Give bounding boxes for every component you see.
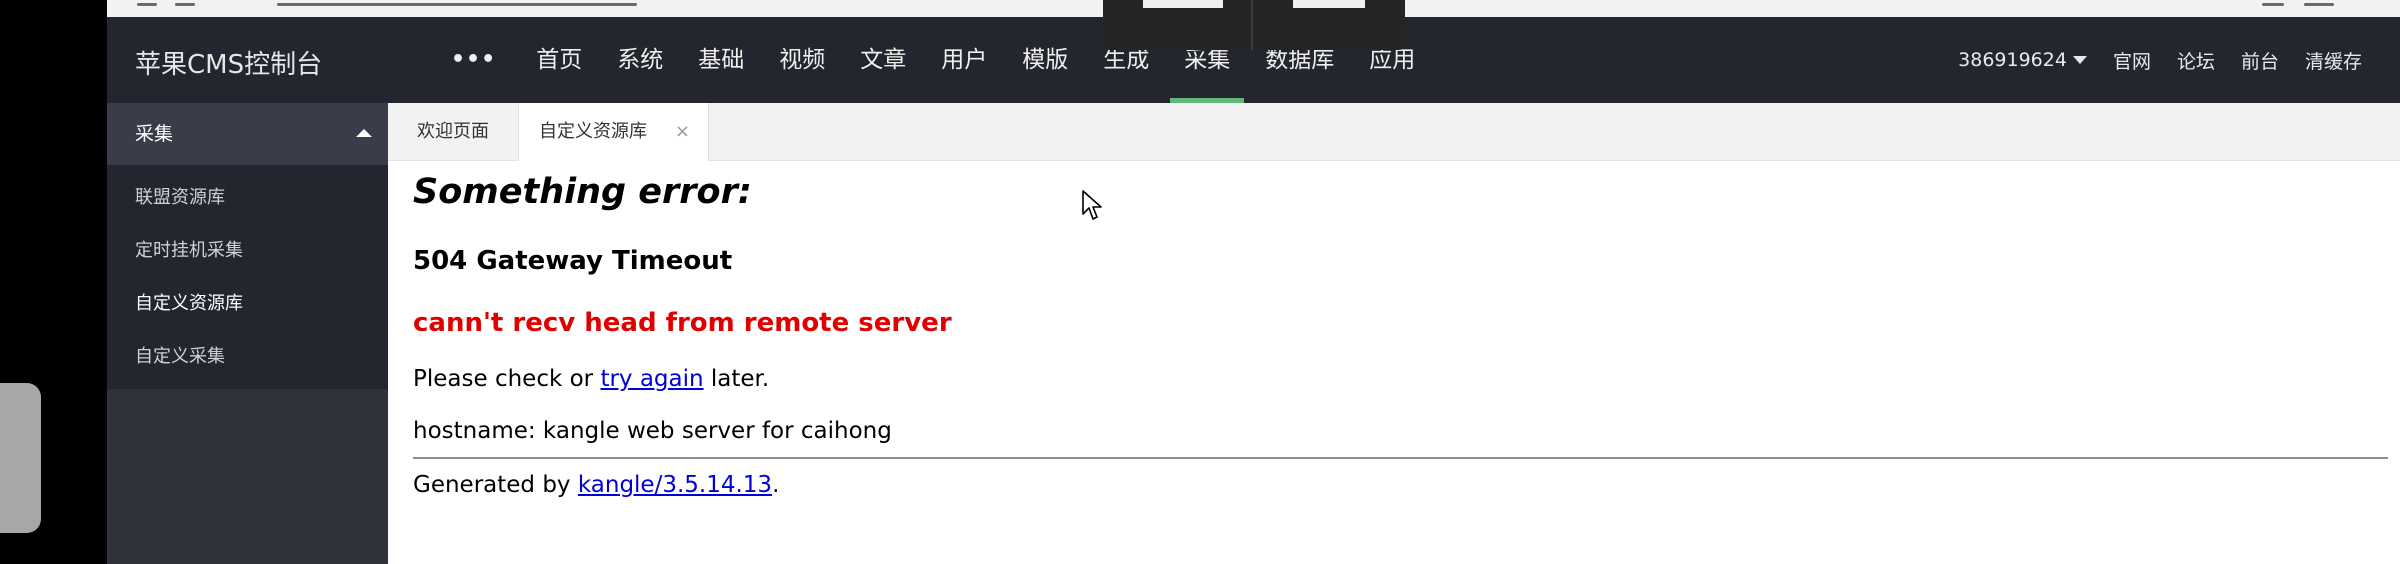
clear-cache-button[interactable]: 清缓存 — [2305, 47, 2362, 74]
nav-item-video[interactable]: 视频 — [765, 17, 839, 103]
tab-custom-resources[interactable]: 自定义资源库 × — [519, 103, 709, 161]
sidebar-group-label: 采集 — [135, 123, 174, 145]
divider — [413, 457, 2388, 459]
floating-toolbar-overlay — [1103, 0, 1405, 50]
generated-by: Generated by kangle/3.5.14.13. — [413, 472, 779, 498]
try-again-link[interactable]: try again — [600, 366, 703, 392]
nav-more-button[interactable]: ••• — [437, 17, 510, 103]
hint-suffix: later. — [703, 366, 770, 392]
hostname-text: hostname: kangle web server for caihong — [413, 418, 892, 444]
sidebar-item-union-resources[interactable]: 联盟资源库 — [107, 171, 388, 224]
nav-item-home[interactable]: 首页 — [522, 17, 596, 103]
sidebar-item-scheduled-collect[interactable]: 定时挂机采集 — [107, 224, 388, 277]
header-right-links: 386919624 官网 论坛 前台 清缓存 — [1958, 17, 2362, 103]
brand-title: 苹果CMS控制台 — [135, 50, 323, 80]
error-reason: cann't recv head from remote server — [413, 308, 952, 338]
tab-bar: 欢迎页面 自定义资源库 × — [388, 103, 2400, 161]
chevron-up-icon — [356, 129, 372, 137]
chevron-down-icon — [2072, 56, 2087, 64]
error-title: Something error: — [413, 172, 752, 212]
sidebar-item-custom-resources[interactable]: 自定义资源库 — [107, 277, 388, 330]
link-frontend[interactable]: 前台 — [2241, 47, 2279, 74]
link-forum[interactable]: 论坛 — [2177, 47, 2215, 74]
nav-item-article[interactable]: 文章 — [846, 17, 920, 103]
screen-edge-handle — [0, 383, 41, 533]
generated-prefix: Generated by — [413, 472, 578, 498]
mouse-cursor-icon — [1082, 190, 1102, 220]
nav-item-template[interactable]: 模版 — [1008, 17, 1082, 103]
nav-item-system[interactable]: 系统 — [603, 17, 677, 103]
user-menu[interactable]: 386919624 — [1958, 49, 2087, 71]
user-name: 386919624 — [1958, 49, 2067, 71]
hint-prefix: Please check or — [413, 366, 601, 392]
sidebar-item-custom-collect[interactable]: 自定义采集 — [107, 330, 388, 383]
kangle-version-link[interactable]: kangle/3.5.14.13 — [578, 472, 772, 498]
sidebar-group-collect[interactable]: 采集 — [107, 103, 388, 165]
generated-suffix: . — [772, 472, 780, 498]
nav-item-user[interactable]: 用户 — [927, 17, 1001, 103]
nav-item-basic[interactable]: 基础 — [684, 17, 758, 103]
sidebar: 采集 联盟资源库 定时挂机采集 自定义资源库 自定义采集 — [107, 103, 388, 564]
error-status-code: 504 Gateway Timeout — [413, 246, 733, 276]
close-icon[interactable]: × — [675, 103, 690, 160]
sidebar-list: 联盟资源库 定时挂机采集 自定义资源库 自定义采集 — [107, 165, 388, 389]
tab-welcome[interactable]: 欢迎页面 — [388, 103, 519, 160]
link-official-site[interactable]: 官网 — [2113, 47, 2151, 74]
tab-label: 自定义资源库 — [539, 121, 647, 142]
error-hint: Please check or try again later. — [413, 366, 769, 392]
